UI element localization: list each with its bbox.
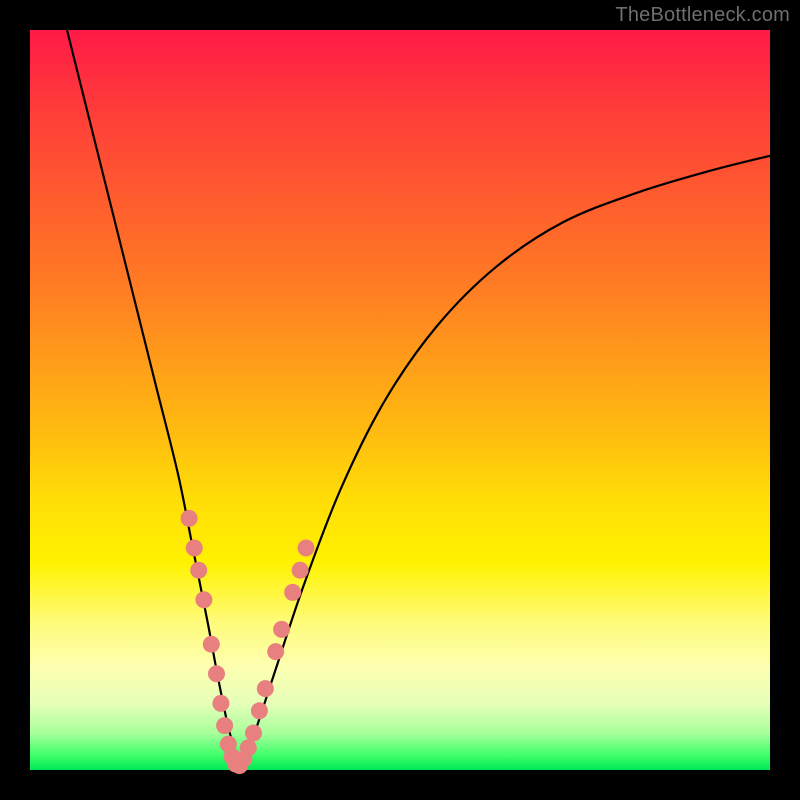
chart-frame: TheBottleneck.com — [0, 0, 800, 800]
scatter-point — [292, 562, 309, 579]
scatter-point — [257, 680, 274, 697]
scatter-point — [251, 702, 268, 719]
scatter-point — [216, 717, 233, 734]
scatter-points — [181, 510, 315, 774]
scatter-point — [212, 695, 229, 712]
scatter-point — [267, 643, 284, 660]
scatter-point — [284, 584, 301, 601]
scatter-point — [208, 665, 225, 682]
scatter-point — [195, 591, 212, 608]
scatter-point — [186, 540, 203, 557]
bottleneck-curve — [67, 30, 770, 763]
scatter-point — [298, 540, 315, 557]
scatter-point — [190, 562, 207, 579]
scatter-point — [245, 725, 262, 742]
scatter-point — [203, 636, 220, 653]
scatter-point — [240, 739, 257, 756]
watermark-text: TheBottleneck.com — [615, 4, 790, 27]
curve-svg — [30, 30, 770, 770]
plot-area — [30, 30, 770, 770]
scatter-point — [273, 621, 290, 638]
scatter-point — [181, 510, 198, 527]
